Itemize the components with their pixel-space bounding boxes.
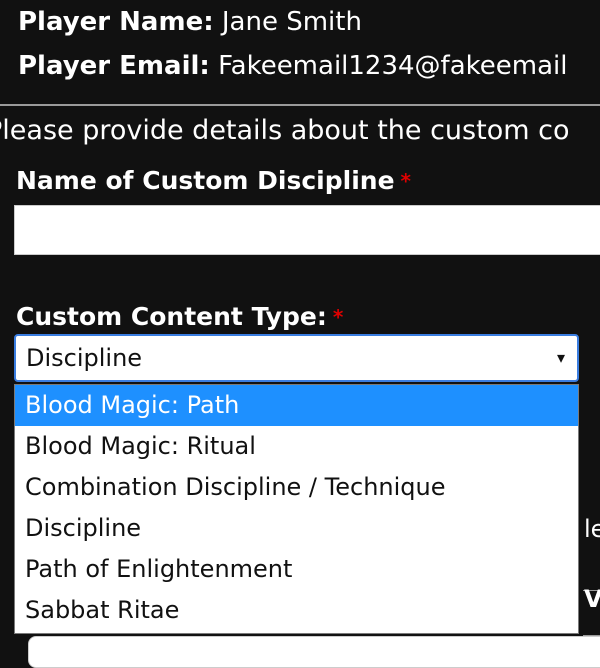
content-type-label: Custom Content Type: * bbox=[16, 300, 343, 334]
content-type-selected-value: Discipline bbox=[26, 344, 143, 372]
next-field-input[interactable] bbox=[28, 636, 600, 668]
required-mark: * bbox=[400, 169, 412, 193]
content-type-select[interactable]: Discipline ▾ bbox=[14, 334, 579, 382]
section-divider bbox=[0, 104, 600, 106]
custom-discipline-label: Name of Custom Discipline * bbox=[16, 164, 411, 198]
dropdown-option[interactable]: Blood Magic: Ritual bbox=[15, 426, 578, 467]
player-email-label: Player Email: bbox=[18, 51, 210, 81]
chevron-down-icon[interactable]: ▾ bbox=[557, 336, 565, 380]
partial-text-le: le bbox=[584, 515, 600, 543]
player-email-value: Fakeemail1234@fakeemail bbox=[218, 51, 568, 81]
dropdown-option[interactable]: Path of Enlightenment bbox=[15, 549, 578, 590]
dropdown-option[interactable]: Combination Discipline / Technique bbox=[15, 467, 578, 508]
dropdown-option[interactable]: Discipline bbox=[15, 508, 578, 549]
player-name-line: Player Name: Jane Smith bbox=[18, 4, 567, 48]
player-email-line: Player Email: Fakeemail1234@fakeemail bbox=[18, 48, 567, 92]
custom-discipline-label-text: Name of Custom Discipline bbox=[16, 166, 395, 195]
dropdown-option[interactable]: Blood Magic: Path bbox=[15, 385, 578, 426]
required-mark: * bbox=[332, 305, 344, 329]
player-name-value: Jane Smith bbox=[221, 7, 362, 37]
content-type-dropdown: Blood Magic: Path Blood Magic: Ritual Co… bbox=[14, 384, 579, 634]
intro-text: Please provide details about the custom … bbox=[0, 115, 570, 146]
custom-discipline-input[interactable] bbox=[14, 205, 600, 255]
player-info: Player Name: Jane Smith Player Email: Fa… bbox=[18, 4, 567, 92]
content-type-label-text: Custom Content Type: bbox=[16, 302, 327, 331]
player-name-label: Player Name: bbox=[18, 7, 214, 37]
partial-text-v: V bbox=[584, 585, 600, 613]
dropdown-option[interactable]: Sabbat Ritae bbox=[15, 590, 578, 631]
